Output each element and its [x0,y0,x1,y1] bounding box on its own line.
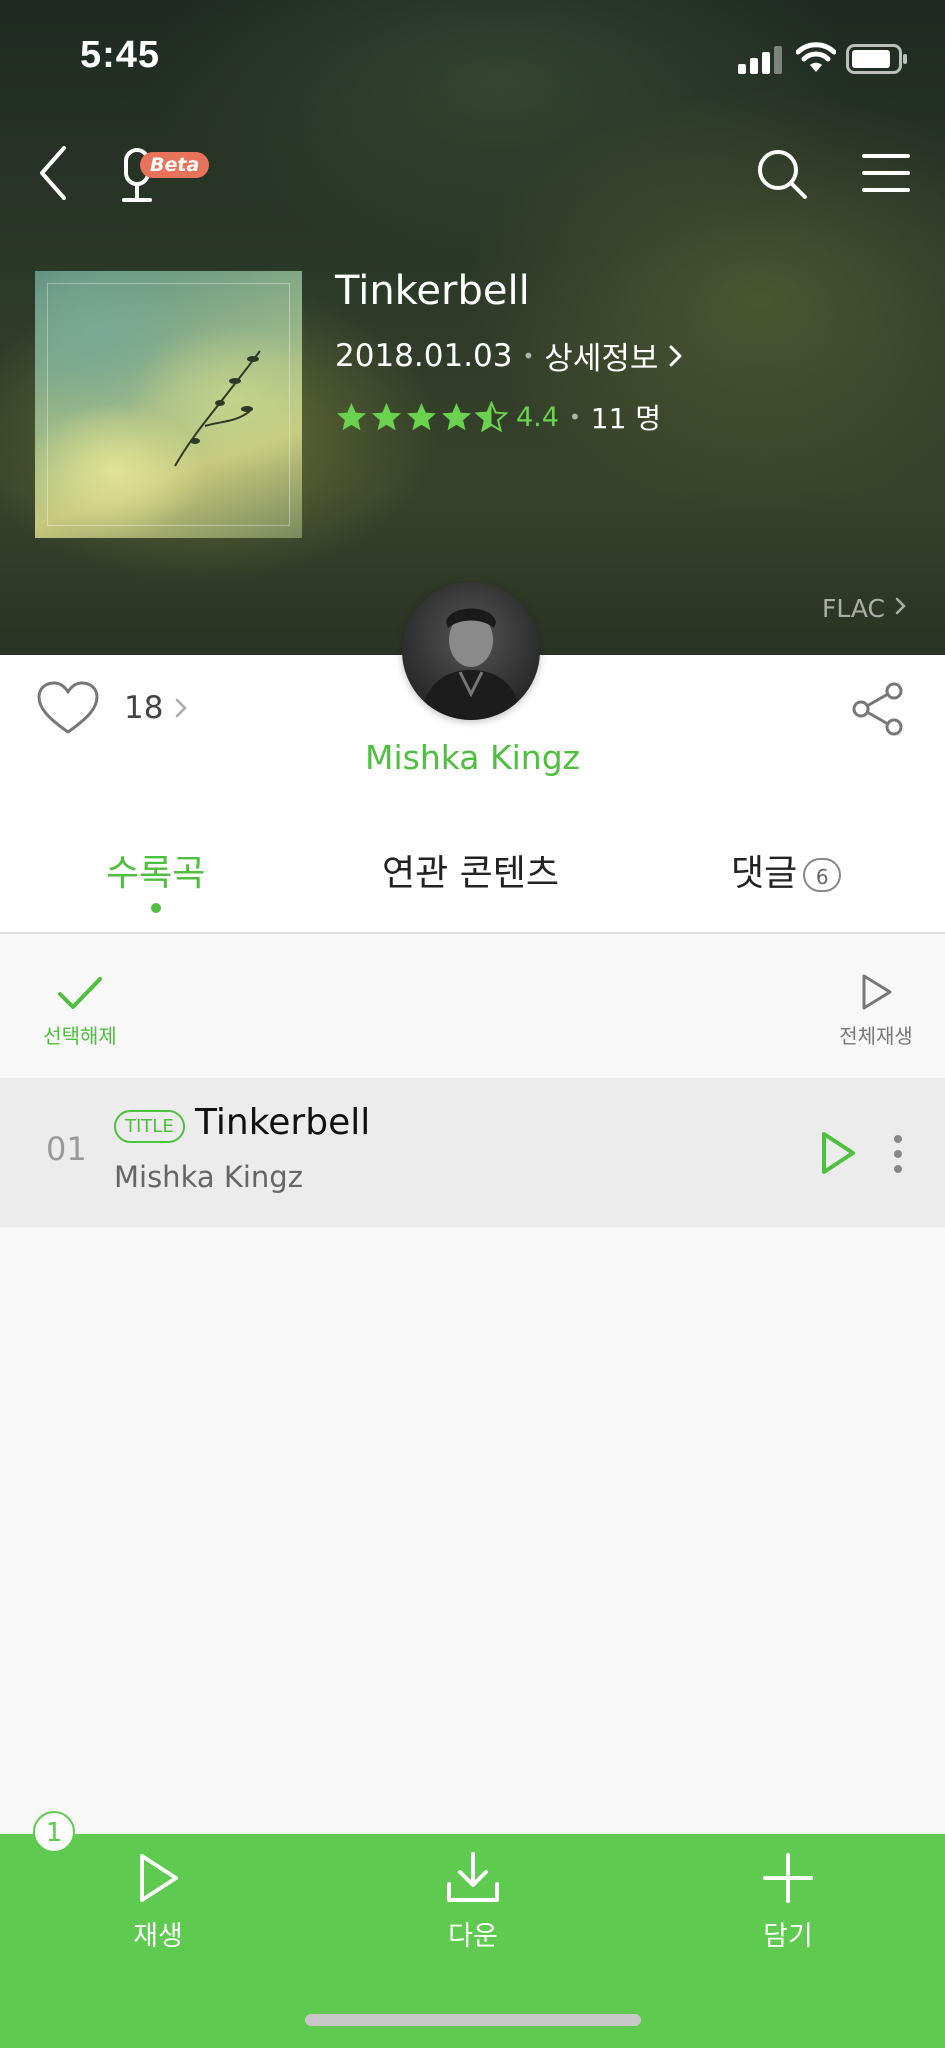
rating-count: 11 명 [590,402,662,435]
comment-count-badge: 6 [803,858,842,892]
deselect-button[interactable]: 선택해제 [30,974,130,1049]
track-title: Tinkerbell [195,1102,371,1143]
add-to-playlist-button[interactable]: 담기 [718,1852,858,1953]
track-number: 01 [46,1130,87,1168]
release-date: 2018.01.03 [335,337,513,374]
back-icon[interactable] [34,144,74,202]
selected-count-badge: 1 [33,1811,75,1853]
download-button[interactable]: 다운 [403,1852,543,1953]
star-half-icon [475,401,508,433]
more-options-icon[interactable] [892,1134,904,1174]
share-icon[interactable] [850,682,906,736]
like-row[interactable]: 18 [36,680,189,736]
tab-comments-label: 댓글 [731,853,798,894]
star-full-icon [337,403,366,431]
check-icon [58,977,102,1009]
status-time: 5:45 [80,34,161,76]
rating-row[interactable]: 4.4 • 11 명 [335,397,661,437]
artist-avatar[interactable] [402,582,540,720]
detail-info-label: 상세정보 [544,341,659,377]
cover-branch-graphic [174,350,261,467]
heart-icon[interactable] [36,680,100,736]
artist-portrait-graphic [420,608,522,720]
artist-name[interactable]: Mishka Kingz [0,738,945,777]
plus-icon [763,1853,813,1903]
download-icon [447,1852,499,1902]
rating-value: 4.4 [516,401,559,433]
chevron-right-icon [895,597,906,615]
tab-related-content[interactable]: 연관 콘텐츠 [382,844,559,896]
play-icon [862,974,892,1010]
add-label: 담기 [763,1921,813,1952]
status-bar: 5:45 [0,0,945,110]
like-count: 18 [124,690,164,726]
download-label: 다운 [448,1921,498,1952]
track-list-empty-area [0,1227,945,1834]
quality-flac-link[interactable]: FLAC [822,594,909,623]
detail-info-link[interactable]: 상세정보 [544,333,686,378]
wifi-icon [796,42,836,72]
track-row[interactable]: 01 TITLE Tinkerbell Mishka Kingz [0,1078,945,1227]
separator-dot: • [568,405,581,429]
beta-badge: Beta [140,152,210,178]
star-full-icon [407,403,436,431]
content-tabs: 수록곡 연관 콘텐츠 댓글 6 [0,808,945,934]
star-full-icon [372,403,401,431]
selection-action-bar: 재생 다운 담기 [0,1834,945,2048]
play-icon [140,1854,178,1902]
album-hero: 5:45 Beta Tinkerbell 2018.01.03 • 상세정보 4… [0,0,945,655]
quality-label: FLAC [822,594,886,623]
track-toolbar: 선택해제 전체재생 [0,934,945,1078]
chevron-right-icon [669,345,682,366]
album-meta: 2018.01.03 • 상세정보 [335,333,686,378]
play-label: 재생 [133,1921,183,1952]
home-indicator [305,2014,641,2026]
play-all-label: 전체재생 [839,1024,913,1048]
signal-icon [738,46,782,74]
battery-icon [846,44,907,74]
title-track-badge: TITLE [114,1110,185,1143]
chevron-right-icon [176,698,188,718]
separator-dot: • [522,343,535,368]
play-all-button[interactable]: 전체재생 [826,972,926,1049]
rating-stars [335,401,508,433]
search-icon[interactable] [756,148,808,200]
album-title: Tinkerbell [335,268,530,314]
play-selected-button[interactable]: 재생 [88,1852,228,1953]
track-artist: Mishka Kingz [114,1160,303,1194]
menu-icon[interactable] [862,152,910,194]
album-cover[interactable] [35,271,302,538]
star-full-icon [442,403,471,431]
deselect-label: 선택해제 [43,1024,117,1048]
tab-comments[interactable]: 댓글 6 [731,844,842,896]
active-tab-indicator [151,903,161,913]
track-play-icon[interactable] [820,1130,856,1176]
tab-tracks[interactable]: 수록곡 [106,844,205,896]
